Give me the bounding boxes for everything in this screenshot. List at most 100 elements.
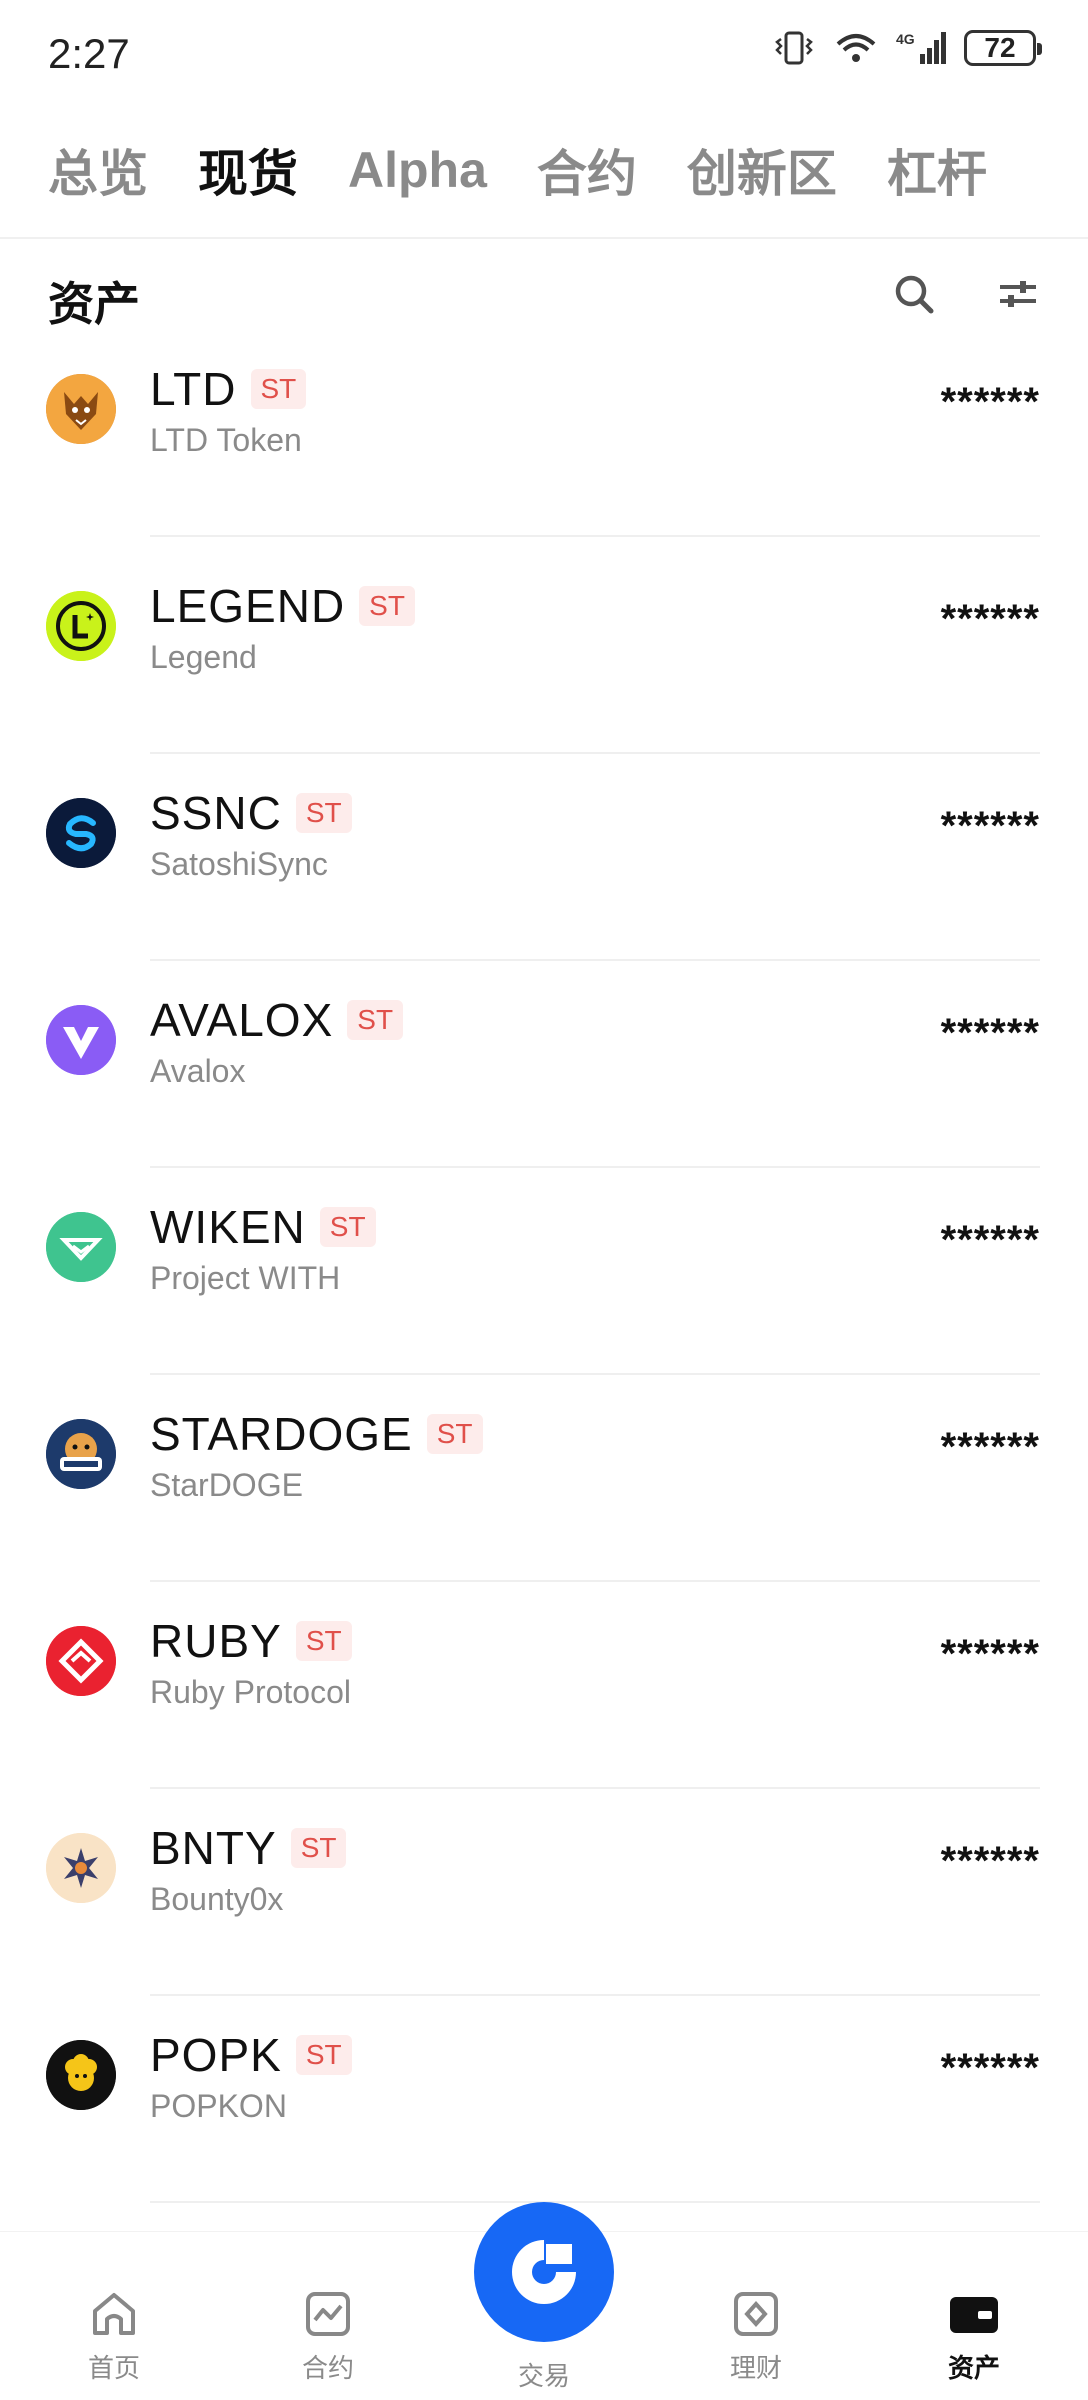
asset-symbol: AVALOX [150,994,334,1046]
project-with-logo-icon [46,1212,116,1282]
asset-balance: ****** [940,1011,1040,1055]
list-item[interactable]: RUBY ST Ruby Protocol ****** [0,1582,1088,1789]
bounty0x-logo-icon [46,1833,116,1903]
list-item[interactable]: POPK ST POPKON ****** [0,1996,1088,2203]
asset-name: Project WITH [150,1260,341,1296]
asset-balance: ****** [940,1218,1040,1262]
tab-spot[interactable]: 现货 [198,134,298,206]
tab-alpha[interactable]: Alpha [348,141,487,199]
ruby-protocol-logo-icon [46,1626,116,1696]
asset-symbol: STARDOGE [150,1408,413,1460]
asset-balance: ****** [940,2046,1040,2090]
list-item[interactable]: LTD ST LTD Token ****** [0,330,1088,537]
nav-contract[interactable]: 合约 [248,2232,408,2385]
row-divider [150,2201,1040,2203]
header-actions [892,272,1040,316]
asset-name: Ruby Protocol [150,1674,351,1710]
search-icon[interactable] [892,272,936,316]
wallet-icon [948,2288,1000,2340]
satoshisync-logo-icon [46,798,116,868]
avalox-logo-icon [46,1005,116,1075]
popkon-logo-icon [46,2040,116,2110]
asset-symbol-line: LEGEND ST [150,579,415,633]
list-item[interactable]: WIKEN ST Project WITH ****** [0,1168,1088,1375]
nav-contract-label: 合约 [301,2354,354,2384]
asset-balance: ****** [940,804,1040,848]
asset-list: LTD ST LTD Token ****** LEGEND ST Legend… [0,340,1088,2203]
tabs-divider [0,237,1088,239]
status-bar: 2:27 4G 72 [0,0,1088,110]
asset-symbol-line: SSNC ST [150,786,352,840]
st-badge: ST [295,793,352,833]
list-item[interactable]: LEGEND ST Legend ****** [0,547,1088,754]
row-divider [150,535,1040,537]
nav-finance[interactable]: 理财 [676,2232,836,2385]
vibrate-icon [775,31,813,65]
asset-symbol-line: LTD ST [150,362,307,416]
nav-assets-label: 资产 [947,2354,1000,2384]
sliders-icon[interactable] [996,272,1040,316]
tab-innovation[interactable]: 创新区 [687,134,837,206]
svg-text:4G: 4G [896,31,915,47]
asset-name: LTD Token [150,422,302,458]
ltd-token-logo-icon [46,374,116,444]
st-badge: ST [319,1207,376,1247]
trade-button[interactable] [474,2202,614,2342]
asset-symbol-line: BNTY ST [150,1821,347,1875]
asset-balance: ****** [940,380,1040,424]
asset-balance: ****** [940,1425,1040,1469]
asset-symbol-line: WIKEN ST [150,1200,376,1254]
tab-margin[interactable]: 杠杆 [887,134,987,206]
legend-logo-icon [46,591,116,661]
asset-symbol-line: AVALOX ST [150,993,404,1047]
asset-balance: ****** [940,1839,1040,1883]
nav-assets[interactable]: 资产 [894,2232,1054,2385]
assets-section-header: 资产 [48,268,1040,332]
cellular-signal-icon: 4G [896,31,946,64]
asset-name: Bounty0x [150,1881,284,1917]
stardoge-logo-icon [46,1419,116,1489]
list-item[interactable]: SSNC ST SatoshiSync ****** [0,754,1088,961]
list-item[interactable]: AVALOX ST Avalox ****** [0,961,1088,1168]
asset-symbol: SSNC [150,787,282,839]
asset-symbol: POPK [150,2029,282,2081]
list-item[interactable]: BNTY ST Bounty0x ****** [0,1789,1088,1996]
nav-finance-label: 理财 [729,2354,782,2384]
asset-category-tabs: 总览 现货 Alpha 合约 创新区 杠杆 [48,130,1037,210]
asset-name: StarDOGE [150,1467,303,1503]
asset-name: SatoshiSync [150,846,328,882]
asset-symbol: RUBY [150,1615,282,1667]
home-icon [88,2288,140,2340]
st-badge: ST [295,1621,352,1661]
asset-symbol-line: STARDOGE ST [150,1407,483,1461]
tab-overview[interactable]: 总览 [48,134,148,206]
asset-symbol: LEGEND [150,580,346,632]
battery-level: 72 [984,32,1016,63]
asset-name: POPKON [150,2088,287,2124]
nav-home[interactable]: 首页 [34,2232,194,2385]
section-title: 资产 [48,277,140,331]
bottom-navigation: 首页 合约 交易 理财 资产 [0,2202,1088,2400]
st-badge: ST [347,1000,404,1040]
asset-symbol: WIKEN [150,1201,306,1253]
list-item[interactable]: STARDOGE ST StarDOGE ****** [0,1375,1088,1582]
asset-symbol: LTD [150,363,237,415]
asset-name: Avalox [150,1053,246,1089]
chart-icon [302,2288,354,2340]
asset-symbol-line: POPK ST [150,2028,352,2082]
tab-contract[interactable]: 合约 [537,134,637,206]
status-icons: 4G 72 [772,30,1042,66]
st-badge: ST [359,586,415,626]
trade-icon [512,2240,576,2304]
wifi-icon [836,34,876,62]
battery-indicator: 72 [964,30,1042,66]
asset-name: Legend [150,639,257,675]
st-badge: ST [290,1828,347,1868]
nav-trade-label: 交易 [517,2362,570,2392]
nav-home-label: 首页 [87,2354,140,2384]
asset-symbol: BNTY [150,1822,277,1874]
asset-balance: ****** [940,597,1040,641]
asset-symbol-line: RUBY ST [150,1614,352,1668]
st-badge: ST [426,1414,483,1454]
status-time: 2:27 [48,30,130,77]
